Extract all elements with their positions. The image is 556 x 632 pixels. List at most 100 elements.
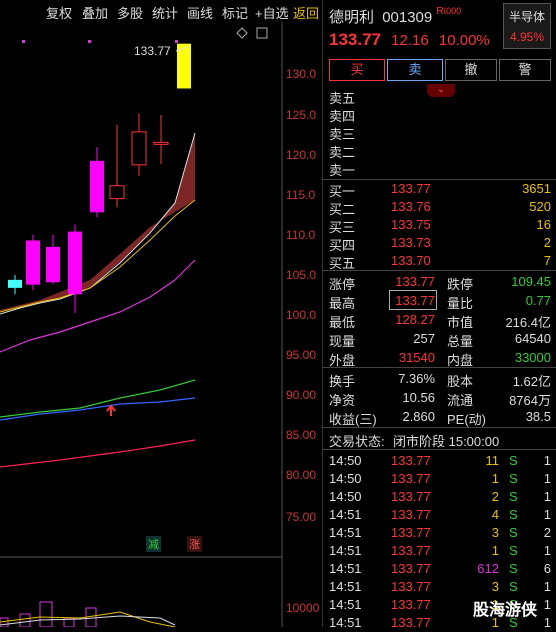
high-price-box: [389, 290, 437, 310]
stat-key: PE(动): [447, 412, 487, 427]
status-label: 交易状态:: [329, 434, 385, 449]
tick-direction: S: [509, 525, 518, 540]
bid-row[interactable]: 买四 133.73 2: [323, 234, 556, 253]
tick-row[interactable]: 14:50 133.77 2 S 1: [323, 488, 556, 506]
stat-key: 收益(三): [329, 412, 377, 427]
tick-count: 1: [543, 453, 551, 468]
sell-button[interactable]: 卖: [387, 59, 443, 81]
tick-time: 14:50: [329, 489, 362, 504]
diamond-icon[interactable]: [236, 27, 248, 39]
tick-volume: 2: [491, 489, 499, 504]
tick-count: 1: [543, 615, 551, 630]
quote-panel: 德明利 001309 RI000 半导体 4.95% 133.77 12.16 …: [322, 0, 556, 630]
tick-count: 1: [543, 507, 551, 522]
y-tick: 85.00: [286, 428, 317, 442]
toolbar-multi-stock-button[interactable]: 多股: [117, 3, 143, 22]
tick-row[interactable]: 14:51 133.77 4 S 1: [323, 506, 556, 524]
tick-direction: S: [509, 561, 518, 576]
tick-price: 133.77: [391, 615, 431, 630]
toolbar-overlay-button[interactable]: 叠加: [82, 3, 108, 22]
stat-key: 市值: [447, 315, 474, 330]
bid-row[interactable]: 买二 133.76 520: [323, 198, 556, 217]
tick-direction: S: [509, 453, 518, 468]
toolbar-mark-button[interactable]: 标记: [222, 3, 248, 22]
tick-row[interactable]: 14:51 133.77 3 S 2: [323, 524, 556, 542]
bid-row[interactable]: 买三 133.75 16: [323, 216, 556, 235]
stock-code: 001309: [382, 9, 433, 26]
tick-price: 133.77: [391, 543, 431, 558]
buy-button[interactable]: 买: [329, 59, 385, 81]
tick-row[interactable]: 14:51 133.77 3 S 1: [323, 578, 556, 596]
tick-row[interactable]: 14:51 133.77 612 S 6: [323, 560, 556, 578]
tick-price: 133.77: [391, 579, 431, 594]
sector-pct: 4.95%: [509, 30, 545, 44]
trade-status: 交易状态: 闭市阶段 15:00:00: [323, 430, 556, 449]
stock-tag: R: [436, 6, 444, 17]
stat-row: 换手 7.36% 股本 1.62亿: [323, 370, 556, 389]
tick-direction: S: [509, 543, 518, 558]
y-tick: 120.0: [286, 148, 317, 162]
candle-body: [131, 131, 147, 166]
tick-volume: 1: [491, 543, 499, 558]
tick-time: 14:51: [329, 597, 362, 612]
candle-body: [153, 141, 169, 145]
ask-row[interactable]: 卖五: [323, 87, 556, 106]
y-tick: 80.00: [286, 468, 317, 482]
price-pct: 10.00%: [438, 32, 490, 49]
ask-row[interactable]: 卖三: [323, 123, 556, 142]
toolbar-add-watchlist-button[interactable]: +自选: [255, 3, 289, 22]
stat-key: 量比: [447, 296, 474, 311]
tick-price: 133.77: [391, 507, 431, 522]
ask-row[interactable]: 卖四: [323, 105, 556, 124]
stat-row: 最低 128.27 市值 216.4亿: [323, 311, 556, 330]
tick-row[interactable]: 14:50 133.77 1 S 1: [323, 470, 556, 488]
toolbar-stats-button[interactable]: 统计: [152, 3, 178, 22]
tick-time: 14:51: [329, 579, 362, 594]
toolbar-draw-button[interactable]: 画线: [187, 3, 213, 22]
tick-count: 2: [543, 525, 551, 540]
alert-button[interactable]: 警: [499, 59, 551, 81]
stat-key: 现量: [329, 334, 356, 349]
sector-box[interactable]: 半导体 4.95%: [503, 3, 551, 49]
ma120-line: [0, 397, 196, 421]
tag-icon: I000: [443, 6, 462, 16]
toolbar-fuquan-button[interactable]: 复权: [46, 3, 72, 22]
stock-header: 德明利 001309 RI000: [329, 6, 461, 27]
kline-svg[interactable]: [0, 22, 322, 628]
tick-row[interactable]: 14:51 133.77 1 S 1: [323, 542, 556, 560]
stat-key: 跌停: [447, 277, 474, 292]
square-icon[interactable]: [256, 27, 268, 39]
y-tick: 105.0: [286, 268, 317, 282]
tick-price: 133.77: [391, 489, 431, 504]
kline-chart[interactable]: 133.77 130.0 125.0 120.0 115.0 110.0 105…: [0, 22, 322, 628]
ask-row[interactable]: 卖二: [323, 141, 556, 160]
stat-value: 128.27: [395, 312, 435, 327]
cancel-order-button[interactable]: 撤: [445, 59, 497, 81]
bid-row[interactable]: 买五 133.70 7: [323, 252, 556, 271]
increase-marker[interactable]: 涨: [187, 536, 202, 552]
ask-row[interactable]: 卖一: [323, 159, 556, 178]
tick-direction: S: [509, 489, 518, 504]
dot-marker: [175, 40, 178, 43]
reduce-marker[interactable]: 减: [146, 536, 161, 552]
bid-price: 133.77: [391, 181, 431, 196]
tick-price: 133.77: [391, 525, 431, 540]
stat-value: 64540: [514, 331, 551, 346]
stat-value: 7.36%: [398, 371, 435, 386]
toolbar-back-button[interactable]: 返回: [293, 3, 319, 22]
stat-key: 流通: [447, 393, 474, 408]
stat-value: 2.860: [402, 409, 435, 424]
bid-row[interactable]: 买一 133.77 3651: [323, 180, 556, 199]
stat-value: 38.5: [525, 409, 551, 424]
tick-time: 14:51: [329, 507, 362, 522]
y-tick: 95.00: [286, 348, 317, 362]
high-price-label: 133.77: [134, 44, 171, 58]
stat-key: 涨停: [329, 277, 356, 292]
tick-direction: S: [509, 471, 518, 486]
tick-time: 14:51: [329, 615, 362, 630]
stat-value: 33000: [514, 350, 551, 365]
stat-value: 1.62亿: [512, 374, 551, 389]
tick-row[interactable]: 14:50 133.77 11 S 1: [323, 452, 556, 470]
tick-time: 14:50: [329, 471, 362, 486]
dot-marker: [88, 40, 91, 43]
